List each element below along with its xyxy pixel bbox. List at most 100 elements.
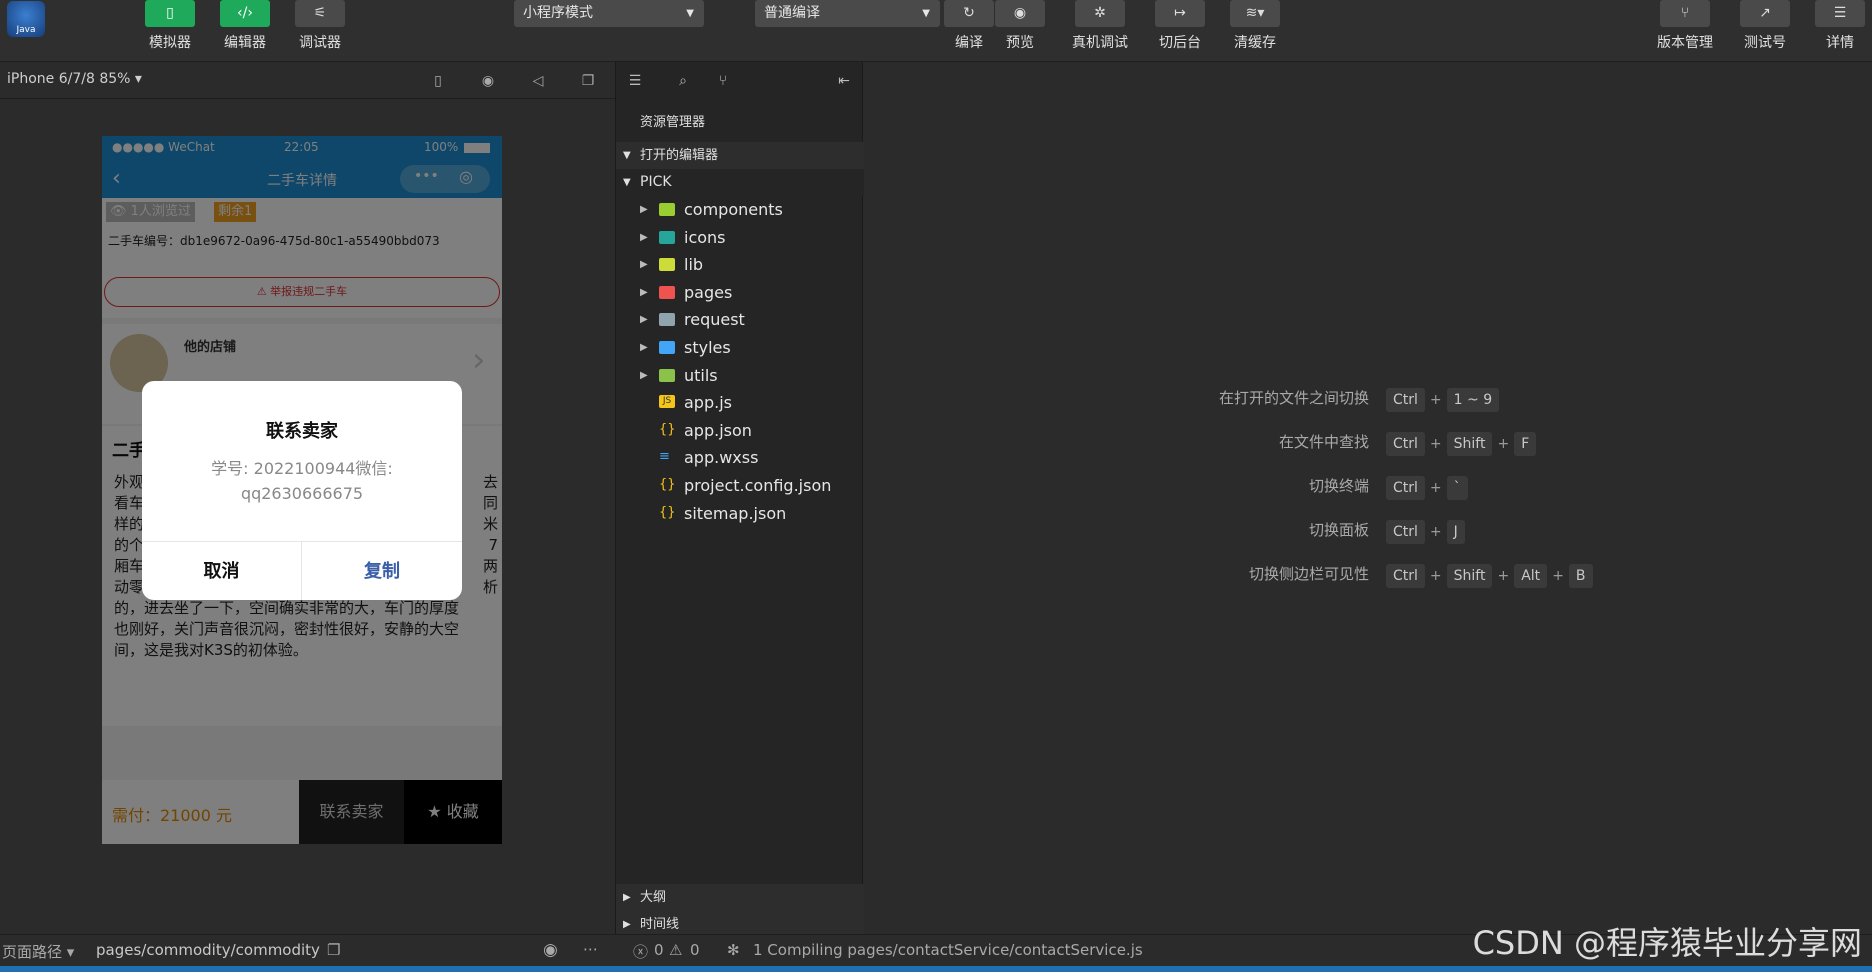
key-cap: Ctrl xyxy=(1386,564,1425,588)
real-debug-button[interactable]: ✲ 真机调试 xyxy=(1070,0,1130,52)
copy-icon[interactable]: ❐ xyxy=(327,941,340,959)
sliders-icon: ⚟ xyxy=(295,0,345,27)
external-link-icon: ↗ xyxy=(1740,0,1790,27)
collapse-sidebar-icon[interactable]: ⇤ xyxy=(835,72,853,90)
key-cap: J xyxy=(1446,520,1465,544)
simulator-bar: iPhone 6/7/8 85% ▾ ▯ ◉ ◁ ❐ xyxy=(0,62,615,99)
compile-select[interactable]: 普通编译 ▼ xyxy=(755,0,940,27)
warning-icon[interactable]: ⚠ xyxy=(669,941,682,959)
chevron-down-icon: ▼ xyxy=(922,8,930,19)
eye-icon[interactable]: ◉ xyxy=(543,940,558,960)
debugger-button[interactable]: ⚟ 调试器 xyxy=(290,0,350,52)
chevron-right-icon: ▶ xyxy=(640,314,648,326)
key-cap: F xyxy=(1514,432,1537,456)
open-editors-section[interactable]: ▼ 打开的编辑器 xyxy=(616,142,864,169)
backstage-button[interactable]: ↦ 切后台 xyxy=(1150,0,1210,52)
shortcut-description: 切换终端 xyxy=(1308,477,1369,495)
page-path-select[interactable]: 页面路径 ▾ xyxy=(2,941,74,962)
file-tree-item[interactable]: {} sitemap.json xyxy=(616,500,864,527)
project-section[interactable]: ▼ PICK xyxy=(616,169,864,196)
modal-title: 联系卖家 xyxy=(266,421,338,442)
copy-button[interactable]: 复制 xyxy=(302,541,462,600)
chevron-right-icon: ▶ xyxy=(640,342,648,353)
shortcut-description: 在打开的文件之间切换 xyxy=(1218,389,1369,407)
file-tree-item[interactable]: ▶ pages xyxy=(616,279,864,306)
simulator-label: 模拟器 xyxy=(149,35,191,51)
list-icon[interactable]: ☰ xyxy=(626,72,644,90)
shortcut-row: 在文件中查找 Ctrl + Shift + F xyxy=(864,429,1872,456)
plus-separator: + xyxy=(1429,524,1442,540)
file-tree-item[interactable]: ≡ app.wxss xyxy=(616,444,864,471)
file-tree-item[interactable]: JS app.js xyxy=(616,389,864,416)
key-cap: 1 ~ 9 xyxy=(1446,388,1500,412)
key-cap: Ctrl xyxy=(1386,388,1425,412)
record-icon[interactable]: ◉ xyxy=(478,71,498,91)
page-path: pages/commodity/commodity xyxy=(96,941,320,959)
more-icon[interactable]: ⋯ xyxy=(583,940,598,958)
branch-icon[interactable]: ⑂ xyxy=(714,72,732,90)
contact-modal: 联系卖家 学号: 2022100944微信: qq2630666675 取消 复… xyxy=(142,381,462,600)
file-tree-item[interactable]: ▶ request xyxy=(616,306,864,333)
chevron-down-icon: ▼ xyxy=(623,150,631,161)
eye-icon: ◉ xyxy=(995,0,1045,27)
phone-rotate-icon[interactable]: ▯ xyxy=(428,71,448,91)
chevron-right-icon: ▶ xyxy=(640,286,648,298)
version-label: 版本管理 xyxy=(1657,35,1713,51)
file-tree-item[interactable]: {} project.config.json xyxy=(616,472,864,499)
key-cap: ` xyxy=(1446,476,1468,500)
folder-icon xyxy=(659,258,675,272)
shortcut-keys: Ctrl + Shift + F xyxy=(1386,430,1541,458)
warning-count: 0 xyxy=(690,941,700,959)
plus-separator: + xyxy=(1497,436,1510,452)
preview-label: 预览 xyxy=(1006,35,1034,51)
chevron-down-icon: ▼ xyxy=(623,177,631,188)
folder-icon xyxy=(659,368,675,382)
file-tree-item[interactable]: ▶ components xyxy=(616,196,864,223)
shortcut-description: 切换侧边栏可见性 xyxy=(1248,565,1369,583)
window-icon[interactable]: ❐ xyxy=(578,71,598,91)
simulator-button[interactable]: ▯ 模拟器 xyxy=(140,0,200,52)
chevron-right-icon: ▶ xyxy=(640,369,648,381)
file-tree-item[interactable]: ▶ styles xyxy=(616,334,864,361)
file-tree-item[interactable]: ▶ utils xyxy=(616,362,864,389)
outline-section[interactable]: ▶ 大纲 xyxy=(616,884,864,911)
js-file-icon: JS xyxy=(659,395,675,409)
details-button[interactable]: ☰ 详情 xyxy=(1810,0,1870,52)
compile-status: 1 Compiling pages/contactService/contact… xyxy=(753,941,1143,959)
error-icon[interactable]: ⓧ xyxy=(633,941,648,962)
file-tree-item-label: sitemap.json xyxy=(684,503,787,523)
plus-separator: + xyxy=(1429,436,1442,452)
file-tree-item[interactable]: {} app.json xyxy=(616,417,864,444)
preview-button[interactable]: ◉ 预览 xyxy=(990,0,1050,52)
cancel-button[interactable]: 取消 xyxy=(142,541,302,600)
device-select[interactable]: iPhone 6/7/8 85% ▾ xyxy=(7,71,142,87)
editor-button[interactable]: ‹/› 编辑器 xyxy=(215,0,275,52)
folder-icon xyxy=(659,313,675,327)
key-cap: B xyxy=(1568,564,1593,588)
folder-icon xyxy=(659,203,675,216)
file-tree-item-label: request xyxy=(684,310,745,330)
test-account-button[interactable]: ↗ 测试号 xyxy=(1735,0,1795,52)
volume-icon[interactable]: ◁ xyxy=(528,71,548,91)
explorer-panel: ☰ ⌕ ⑂ ⇤ 资源管理器 ▼ 打开的编辑器 ▼ PICK ▶ component… xyxy=(615,62,864,938)
mode-select[interactable]: 小程序模式 ▼ xyxy=(514,0,704,27)
file-tree-item[interactable]: ▶ lib xyxy=(616,251,864,278)
clear-cache-button[interactable]: ≋▾ 清缓存 xyxy=(1225,0,1285,52)
modal-content-line: qq2630666675 xyxy=(240,484,364,503)
shortcut-row: 切换面板 Ctrl + J xyxy=(864,517,1872,544)
file-tree-item-label: components xyxy=(684,200,783,219)
shortcut-keys: Ctrl + J xyxy=(1386,518,1470,546)
code-icon: ‹/› xyxy=(220,0,270,27)
search-icon[interactable]: ⌕ xyxy=(674,72,692,90)
file-tree-item-label: styles xyxy=(684,338,731,357)
chevron-down-icon: ▼ xyxy=(686,8,694,19)
explorer-toolbar: ☰ ⌕ ⑂ ⇤ xyxy=(616,62,864,99)
file-tree-item[interactable]: ▶ icons xyxy=(616,224,864,251)
plus-separator: + xyxy=(1429,480,1442,496)
plus-separator: + xyxy=(1552,568,1564,584)
logo-text: Java xyxy=(16,25,36,35)
file-tree-item-label: pages xyxy=(684,282,733,302)
version-button[interactable]: ⑂ 版本管理 xyxy=(1655,0,1715,52)
modal-content-line: 学号: 2022100944微信: xyxy=(211,459,393,478)
key-cap: Ctrl xyxy=(1386,432,1425,456)
